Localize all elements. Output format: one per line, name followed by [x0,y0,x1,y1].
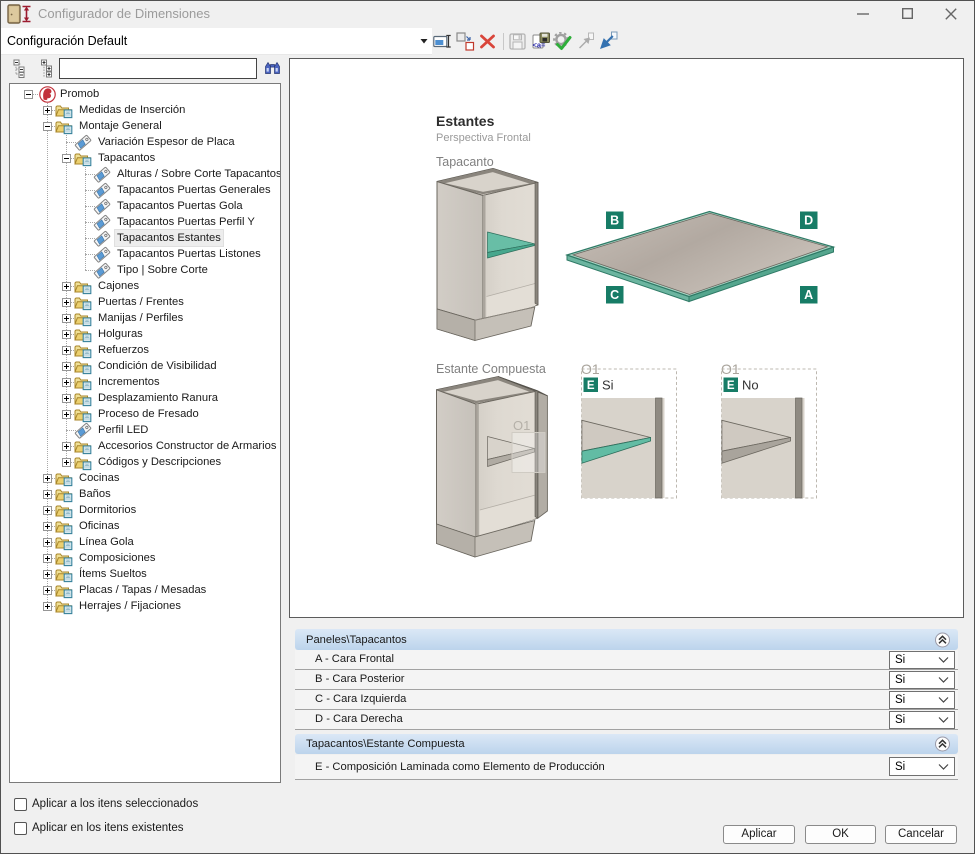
svg-text:E: E [587,380,595,392]
svg-text:<a=: <a= [533,41,547,50]
svg-text:No: No [742,378,759,393]
svg-text:E: E [727,380,735,392]
svg-text:Perspectiva Frontal: Perspectiva Frontal [436,132,531,144]
svg-text:D: D [804,214,813,228]
svg-text:O1: O1 [513,418,530,433]
svg-text:Estantes: Estantes [436,113,495,129]
svg-text:Tapacanto: Tapacanto [436,155,494,169]
svg-text:A: A [804,288,813,302]
svg-text:Estante Compuesta: Estante Compuesta [436,362,546,376]
svg-text:B: B [610,214,619,228]
svg-text:Si: Si [602,378,614,393]
svg-text:C: C [610,288,619,302]
